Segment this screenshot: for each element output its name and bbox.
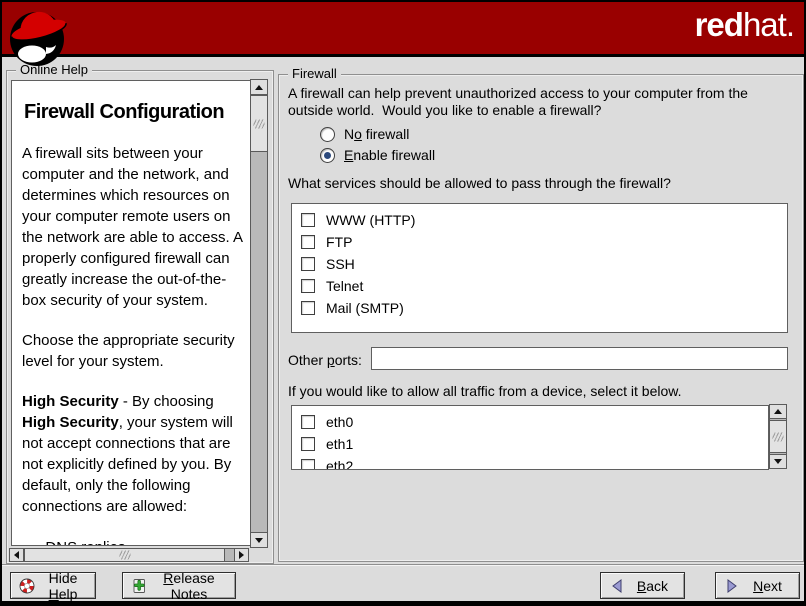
radio-enable-firewall[interactable]: Enable firewall xyxy=(320,146,435,164)
hide-help-button[interactable]: Hide Help xyxy=(10,572,96,599)
scroll-up-button[interactable] xyxy=(769,404,787,419)
brand-red: red xyxy=(695,6,743,43)
firewall-intro-text: A firewall can help prevent unauthorized… xyxy=(288,85,748,119)
footer-divider xyxy=(2,564,804,566)
online-help-frame: Online Help Firewall Configuration A fir… xyxy=(6,70,274,564)
device-label: eth0 xyxy=(326,414,353,430)
vertical-scroll-thumb[interactable] xyxy=(769,420,787,453)
life-preserver-icon xyxy=(19,578,35,594)
services-list: WWW (HTTP) FTP SSH Telnet Mail (SMTP) xyxy=(291,203,788,333)
redhat-shadowman-logo-icon xyxy=(6,3,70,74)
firewall-frame-label: Firewall xyxy=(288,66,341,82)
service-label: WWW (HTTP) xyxy=(326,212,415,228)
scroll-right-button[interactable] xyxy=(234,548,249,562)
arrow-left-icon xyxy=(14,551,19,559)
arrow-down-icon xyxy=(255,538,263,543)
scroll-up-button[interactable] xyxy=(250,79,268,95)
radio-no-firewall-label: No firewall xyxy=(344,126,409,142)
release-notes-label: Release Notes xyxy=(151,570,227,602)
checkbox-icon[interactable] xyxy=(301,235,315,249)
other-ports-label: Other ports: xyxy=(288,352,362,368)
arrow-down-icon xyxy=(774,459,782,464)
next-label: Next xyxy=(744,578,791,594)
radio-no-firewall[interactable]: No firewall xyxy=(320,125,409,143)
hide-help-label: Hide Help xyxy=(39,570,87,602)
checkbox-icon[interactable] xyxy=(301,213,315,227)
help-bullet-dns-replies: DNS replies xyxy=(36,537,244,546)
service-label: Mail (SMTP) xyxy=(326,300,404,316)
scroll-down-button[interactable] xyxy=(250,532,268,548)
scroll-left-button[interactable] xyxy=(9,548,24,562)
firewall-frame: Firewall A firewall can help prevent una… xyxy=(278,74,804,562)
horizontal-scroll-thumb[interactable] xyxy=(24,548,225,562)
next-button[interactable]: Next xyxy=(715,572,800,599)
other-ports-input[interactable] xyxy=(371,347,788,370)
device-row-eth0[interactable]: eth0 xyxy=(292,411,768,433)
device-row-eth2[interactable]: eth2 xyxy=(292,455,768,470)
release-notes-icon xyxy=(131,578,147,594)
checkbox-icon[interactable] xyxy=(301,459,315,470)
checkbox-icon[interactable] xyxy=(301,279,315,293)
brand-hat: hat. xyxy=(743,6,794,43)
device-list-scrollbar[interactable] xyxy=(769,404,787,469)
service-row-telnet[interactable]: Telnet xyxy=(292,275,787,297)
help-paragraph-1: A firewall sits between your computer an… xyxy=(22,143,244,311)
checkbox-icon[interactable] xyxy=(301,437,315,451)
help-paragraph-3: High Security - By choosing High Securit… xyxy=(22,391,244,517)
back-label: Back xyxy=(629,578,676,594)
help-viewport: Firewall Configuration A firewall sits b… xyxy=(11,80,251,546)
radio-enable-firewall-label: Enable firewall xyxy=(344,147,435,163)
arrow-up-icon xyxy=(255,85,263,90)
service-label: FTP xyxy=(326,234,352,250)
service-row-ssh[interactable]: SSH xyxy=(292,253,787,275)
next-arrow-icon xyxy=(724,578,740,594)
arrow-right-icon xyxy=(239,551,244,559)
vertical-scroll-thumb[interactable] xyxy=(250,95,268,152)
help-vertical-scrollbar[interactable] xyxy=(250,79,268,548)
services-question-label: What services should be allowed to pass … xyxy=(288,175,671,191)
arrow-up-icon xyxy=(774,409,782,414)
radio-button-selected-icon[interactable] xyxy=(320,148,335,163)
checkbox-icon[interactable] xyxy=(301,415,315,429)
radio-button-icon[interactable] xyxy=(320,127,335,142)
scroll-down-button[interactable] xyxy=(769,454,787,469)
checkbox-icon[interactable] xyxy=(301,301,315,315)
device-instruction-label: If you would like to allow all traffic f… xyxy=(288,383,681,399)
service-label: Telnet xyxy=(326,278,363,294)
device-list: eth0 eth1 eth2 xyxy=(291,405,769,470)
service-row-ftp[interactable]: FTP xyxy=(292,231,787,253)
help-paragraph-2: Choose the appropriate security level fo… xyxy=(22,330,244,372)
header-bar: redhat. xyxy=(2,2,804,57)
release-notes-button[interactable]: Release Notes xyxy=(122,572,236,599)
service-row-www[interactable]: WWW (HTTP) xyxy=(292,209,787,231)
help-title: Firewall Configuration xyxy=(24,101,244,124)
back-arrow-icon xyxy=(609,578,625,594)
installer-window: redhat. Online Help Firewall Configurati… xyxy=(0,0,806,606)
device-label: eth1 xyxy=(326,436,353,452)
help-horizontal-scrollbar[interactable] xyxy=(9,548,249,562)
device-label: eth2 xyxy=(326,458,353,470)
brand-wordmark: redhat. xyxy=(695,6,794,44)
device-row-eth1[interactable]: eth1 xyxy=(292,433,768,455)
checkbox-icon[interactable] xyxy=(301,257,315,271)
back-button[interactable]: Back xyxy=(600,572,685,599)
service-row-mail[interactable]: Mail (SMTP) xyxy=(292,297,787,319)
service-label: SSH xyxy=(326,256,355,272)
